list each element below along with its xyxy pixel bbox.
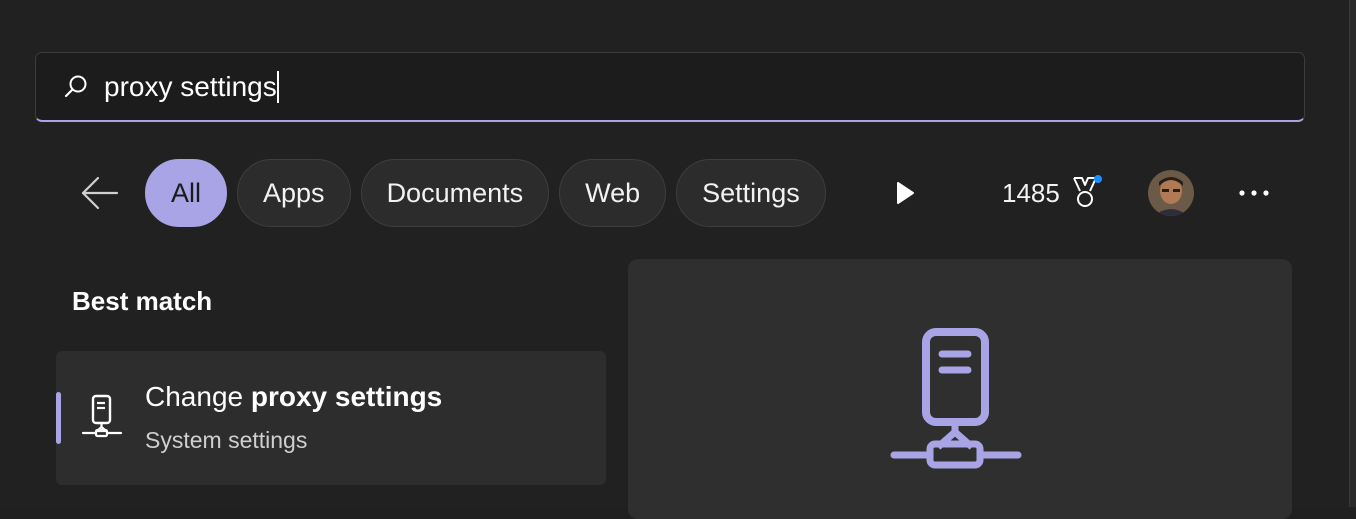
section-heading-best-match: Best match — [72, 286, 213, 316]
selection-indicator — [56, 392, 61, 444]
more-filters-button[interactable] — [890, 178, 920, 208]
text-caret — [276, 70, 279, 103]
chip-all[interactable]: All — [145, 159, 228, 227]
medal-icon — [1068, 175, 1102, 211]
best-match-result[interactable]: Change proxy settings System settings — [56, 351, 606, 485]
proxy-server-icon — [80, 393, 124, 443]
result-title: Change proxy settings — [145, 381, 442, 413]
search-icon — [62, 73, 90, 101]
result-title-prefix: Change — [145, 381, 251, 412]
back-button[interactable] — [78, 174, 120, 212]
more-options-button[interactable] — [1234, 178, 1274, 208]
rewards-button[interactable]: 1485 — [1002, 172, 1102, 214]
arrow-left-icon — [81, 176, 119, 210]
rewards-points: 1485 — [1002, 177, 1060, 208]
chip-settings[interactable]: Settings — [676, 159, 826, 227]
filter-bar: All Apps Documents Web Settings 1485 — [0, 158, 1356, 228]
proxy-server-large-icon — [890, 327, 1024, 469]
search-box[interactable]: proxy settings — [35, 52, 1305, 122]
search-input[interactable]: proxy settings — [104, 71, 277, 103]
preview-pane — [628, 259, 1292, 519]
chip-web[interactable]: Web — [559, 159, 667, 227]
result-title-match: proxy settings — [250, 381, 443, 412]
search-window: proxy settings All Apps Documents Web Se… — [0, 0, 1356, 519]
more-horizontal-icon — [1239, 190, 1269, 196]
avatar[interactable] — [1148, 170, 1194, 216]
window-border — [1349, 0, 1356, 507]
notification-dot — [1093, 175, 1102, 183]
play-arrow-icon — [897, 182, 914, 204]
result-subtitle: System settings — [145, 427, 308, 453]
chip-documents[interactable]: Documents — [360, 159, 550, 227]
chip-apps[interactable]: Apps — [237, 159, 351, 227]
filter-chips: All Apps Documents Web Settings — [145, 158, 850, 228]
